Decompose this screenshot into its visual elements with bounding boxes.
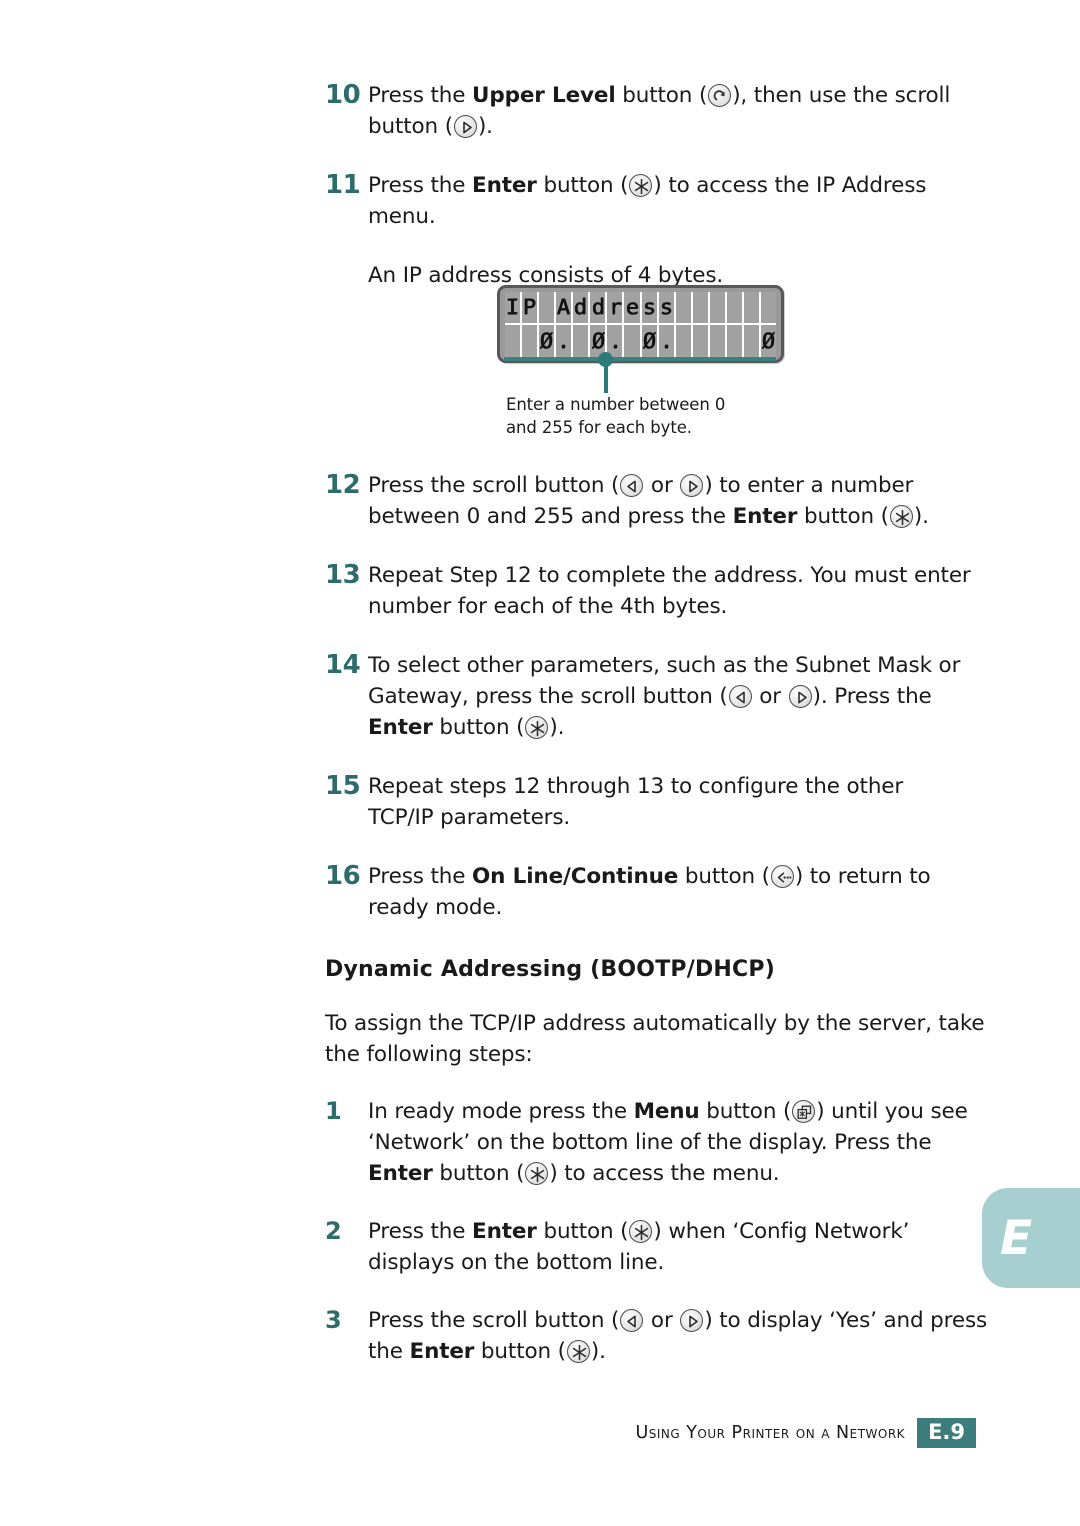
step-number: 11 (325, 170, 361, 200)
lcd-cell (675, 325, 693, 358)
lcd-cell: r (607, 292, 625, 325)
document-page: 10 Press the Upper Level button (), then… (0, 0, 1080, 1526)
lcd-cell: Ø (539, 325, 557, 358)
step-text: In ready mode press the Menu button () u… (368, 1099, 968, 1186)
lcd-cell (624, 325, 642, 358)
step-item: 1 In ready mode press the Menu button ()… (325, 1096, 990, 1189)
step-number: 10 (325, 80, 361, 110)
step-text: To select other parameters, such as the … (368, 653, 961, 740)
upper-level-button-icon (708, 84, 732, 107)
enter-button-icon (889, 505, 913, 528)
page-footer: Using Your Printer on a Network E.9 (0, 1418, 1080, 1448)
step-item: 11 Press the Enter button () to access t… (325, 170, 975, 232)
enter-button-icon (525, 716, 549, 739)
chapter-tab: E (982, 1188, 1080, 1288)
lcd-cell (505, 325, 523, 358)
lcd-cell (760, 292, 776, 325)
steps-upper-group: 10 Press the Upper Level button (), then… (325, 80, 975, 317)
step-number: 15 (325, 771, 361, 801)
lcd-cell (692, 325, 710, 358)
lcd-cell: Ø (641, 325, 659, 358)
chapter-tab-letter: E (1000, 1210, 1033, 1266)
lcd-cell (692, 292, 710, 325)
lcd-cell: I (505, 292, 523, 325)
step-text: Press the On Line/Continue button () to … (368, 864, 931, 920)
step-item: 3 Press the scroll button ( or ) to disp… (325, 1305, 990, 1367)
lcd-cell: . (556, 325, 574, 358)
lcd-cell: d (573, 292, 591, 325)
lcd-panel: IP Address Ø. Ø. Ø. Ø (497, 285, 784, 363)
section-intro: To assign the TCP/IP address automatical… (325, 1011, 985, 1067)
step-text: Repeat Step 12 to complete the address. … (368, 563, 971, 619)
lcd-line-2: Ø. Ø. Ø. Ø (505, 325, 776, 358)
step-number: 14 (325, 650, 361, 680)
enter-button-icon (566, 1340, 590, 1363)
lcd-cell: A (556, 292, 574, 325)
step-number: 12 (325, 470, 361, 500)
step-number: 1 (325, 1097, 342, 1125)
lcd-cell (743, 292, 761, 325)
step-item: 10 Press the Upper Level button (), then… (325, 80, 975, 142)
lcd-callout-text: Enter a number between 0 and 255 for eac… (506, 395, 726, 437)
section-heading: Dynamic Addressing (BOOTP/DHCP) (325, 957, 775, 982)
lcd-cell: d (590, 292, 608, 325)
scroll-left-button-icon (728, 685, 752, 708)
enter-button-icon (629, 174, 653, 197)
lcd-cell (709, 325, 727, 358)
step-number: 3 (325, 1306, 342, 1334)
step-item: 15 Repeat steps 12 through 13 to configu… (325, 771, 975, 833)
lcd-cell (726, 325, 744, 358)
lcd-cell: s (658, 292, 676, 325)
lcd-cell (675, 292, 693, 325)
lcd-line-1: IP Address (505, 292, 776, 325)
step-text: Press the Enter button () when ‘Config N… (368, 1219, 910, 1275)
scroll-left-button-icon (620, 474, 644, 497)
step-text: Press the Enter button () to access the … (368, 173, 927, 229)
steps-lower-group: To assign the TCP/IP address automatical… (325, 1008, 990, 1394)
lcd-cell: . (658, 325, 676, 358)
step-text: Press the Upper Level button (), then us… (368, 83, 951, 139)
lcd-cell (539, 292, 557, 325)
step-text: Press the scroll button ( or ) to enter … (368, 473, 929, 529)
step-number: 13 (325, 560, 361, 590)
step-item: 13 Repeat Step 12 to complete the addres… (325, 560, 975, 622)
enter-button-icon (629, 1220, 653, 1243)
scroll-right-button-icon (680, 1309, 704, 1332)
scroll-left-button-icon (620, 1309, 644, 1332)
step-text: Repeat steps 12 through 13 to configure … (368, 774, 904, 830)
step-number: 16 (325, 861, 361, 891)
online-continue-button-icon (770, 865, 794, 888)
step-item: 14 To select other parameters, such as t… (325, 650, 975, 743)
lcd-cell: P (522, 292, 540, 325)
page-number-badge: E.9 (917, 1418, 976, 1448)
lcd-cell (743, 325, 761, 358)
lcd-cell: e (624, 292, 642, 325)
scroll-right-button-icon (680, 474, 704, 497)
scroll-right-button-icon (453, 115, 477, 138)
lcd-display-figure: IP Address Ø. Ø. Ø. Ø Enter a number bet… (497, 285, 797, 437)
step-item: 16 Press the On Line/Continue button () … (325, 861, 975, 923)
enter-button-icon (525, 1162, 549, 1185)
step-number: 2 (325, 1217, 342, 1245)
step-item: 2 Press the Enter button () when ‘Config… (325, 1216, 990, 1278)
lcd-cell (726, 292, 744, 325)
lcd-cell (573, 325, 591, 358)
menu-button-icon (792, 1100, 816, 1123)
lcd-cell (522, 325, 540, 358)
step-item: 12 Press the scroll button ( or ) to ent… (325, 470, 975, 532)
steps-upper2-group: 12 Press the scroll button ( or ) to ent… (325, 470, 975, 951)
lcd-callout-leader-line (604, 365, 608, 393)
lcd-cell: Ø (760, 325, 776, 358)
scroll-right-button-icon (788, 685, 812, 708)
lcd-cell: s (641, 292, 659, 325)
footer-title: Using Your Printer on a Network (635, 1423, 906, 1443)
step-text: Press the scroll button ( or ) to displa… (368, 1308, 988, 1364)
lcd-cell (709, 292, 727, 325)
lcd-callout-underline (504, 357, 776, 361)
